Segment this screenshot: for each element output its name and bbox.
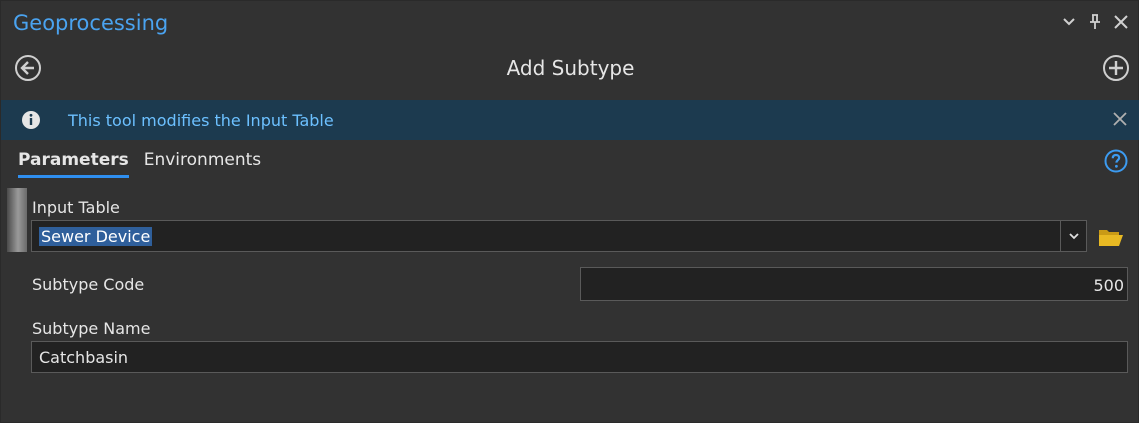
browse-folder-icon[interactable] <box>1098 227 1124 247</box>
subtype-code-value: 500 <box>1093 276 1124 295</box>
chevron-down-icon[interactable] <box>1060 13 1078 31</box>
input-table-value: Sewer Device <box>39 227 153 246</box>
subtype-name-input[interactable]: Catchbasin <box>31 341 1128 373</box>
help-icon[interactable] <box>1104 149 1128 173</box>
subtype-code-label: Subtype Code <box>32 275 145 294</box>
tab-strip: Parameters Environments <box>18 150 261 178</box>
geoprocessing-pane: Geoprocessing Add Subtype This tool modi… <box>0 0 1139 423</box>
subtype-name-value: Catchbasin <box>39 348 129 367</box>
pane-titlebar: Geoprocessing <box>1 1 1139 45</box>
subtype-code-input[interactable]: 500 <box>580 267 1128 301</box>
plus-circle-icon[interactable] <box>1102 54 1130 82</box>
chevron-down-icon[interactable] <box>1060 221 1086 251</box>
close-icon[interactable] <box>1112 111 1130 129</box>
pane-controls <box>1060 13 1130 31</box>
tab-environments[interactable]: Environments <box>144 150 261 178</box>
tool-title: Add Subtype <box>506 56 635 80</box>
pin-icon[interactable] <box>1086 13 1104 31</box>
input-table-label: Input Table <box>32 198 120 217</box>
info-banner: This tool modifies the Input Table <box>1 100 1139 140</box>
pane-title: Geoprocessing <box>13 11 169 35</box>
info-icon <box>21 110 41 130</box>
close-icon[interactable] <box>1112 13 1130 31</box>
tab-parameters[interactable]: Parameters <box>18 150 129 178</box>
input-table-dropdown[interactable]: Sewer Device <box>31 220 1087 252</box>
banner-message: This tool modifies the Input Table <box>68 111 334 130</box>
subtype-name-label: Subtype Name <box>32 319 151 338</box>
active-parameter-indicator <box>7 188 27 252</box>
tool-header: Add Subtype <box>1 49 1139 89</box>
